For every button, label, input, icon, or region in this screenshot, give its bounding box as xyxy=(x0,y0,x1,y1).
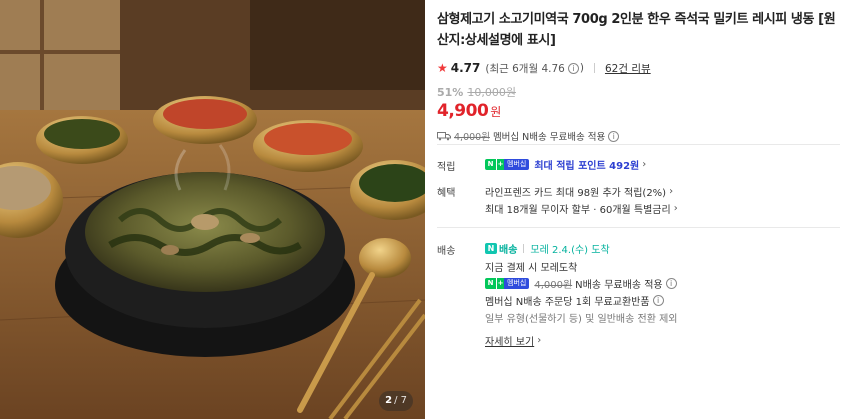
delivery-return-text: 멤버십 N배송 주문당 1회 무료교환반품 xyxy=(485,297,650,308)
info-icon[interactable]: i xyxy=(608,130,620,142)
discount-row: 51% 10,000원 xyxy=(437,84,850,100)
delivery-arrival-row: N 배송 모레 2.4.(수) 도착 xyxy=(485,241,610,256)
truck-icon xyxy=(437,132,451,141)
sale-price-row: 4,900 원 xyxy=(437,101,850,123)
delivery-free-text: N배송 무료배송 적용 xyxy=(575,280,663,291)
delivery-pay-now-text: 지금 결제 시 모레도착 xyxy=(485,263,578,274)
member-shipping-text: 멤버십 N배송 무료배송 적용 xyxy=(492,132,606,143)
info-icon[interactable]: i xyxy=(652,295,664,306)
product-title: 삼형제고기 소고기미역국 700g 2인분 한우 즉석국 밀키트 레시피 냉동 … xyxy=(437,12,836,48)
rating-score: 4.77 xyxy=(450,61,481,75)
sale-price: 4,900 xyxy=(437,101,489,121)
delivery-free-row: N + 멤버십 4,000원 N배송 무료배송 적용 i xyxy=(485,276,678,291)
section-divider xyxy=(437,144,840,145)
n-delivery-icon: N xyxy=(485,243,497,254)
benefit-installment-text: 최대 18개월 무이자 할부 · 60개월 특별금리 xyxy=(485,205,671,216)
delivery-exclude-text: 일부 유형(선물하기 등) 및 일반배송 전환 제외 xyxy=(485,314,678,325)
divider xyxy=(593,63,595,73)
arrival-date: 모레 2.4.(수) 도착 xyxy=(530,245,610,256)
rating-row: ★ 4.77 (최근 6개월 4.76 i ) 62건 리뷰 xyxy=(437,59,850,77)
points-row[interactable]: N + 멤버십 최대 적립 포인트 492원 › xyxy=(485,157,646,172)
benefit-card-points[interactable]: 라인프렌즈 카드 최대 98원 추가 적립(2%) › xyxy=(485,184,673,199)
benefits-label: 혜택 xyxy=(437,188,456,199)
naverpay-membership-badge: N + 멤버십 xyxy=(485,278,530,289)
image-page-counter: 2 / 7 xyxy=(379,391,413,411)
star-icon: ★ xyxy=(437,61,448,75)
divider xyxy=(523,244,525,253)
chevron-right-icon: › xyxy=(673,203,678,214)
delivery-return-row: 멤버십 N배송 주문당 1회 무료교환반품 i xyxy=(485,293,665,308)
info-icon[interactable]: i xyxy=(567,62,579,74)
sale-price-unit: 원 xyxy=(490,105,502,119)
reviews-link[interactable]: 62건 리뷰 xyxy=(605,61,651,76)
delivery-original-fee: 4,000원 xyxy=(534,280,573,291)
benefit-installment[interactable]: 최대 18개월 무이자 할부 · 60개월 특별금리 › xyxy=(485,201,678,216)
delivery-label: 배송 xyxy=(437,246,456,257)
delivery-exclude-row: 일부 유형(선물하기 등) 및 일반배송 전환 제외 xyxy=(485,310,677,325)
benefit-card-text: 라인프렌즈 카드 최대 98원 추가 적립(2%) xyxy=(485,188,667,199)
n-delivery-tag-text: 배송 xyxy=(499,245,518,256)
original-price: 10,000원 xyxy=(467,86,516,99)
discount-rate: 51% xyxy=(437,86,464,99)
price-block: 51% 10,000원 4,900 원 xyxy=(437,84,850,123)
delivery-detail-link[interactable]: 자세히 보기 xyxy=(485,333,534,348)
recent-rating-close: ) xyxy=(579,62,584,74)
recent-rating-text: (최근 6개월 4.76 xyxy=(485,62,565,75)
image-page-current: 2 xyxy=(385,395,393,406)
badge-membership-text: 멤버십 xyxy=(504,159,530,170)
naverpay-membership-badge: N + 멤버십 xyxy=(485,159,530,170)
member-shipping-original-fee: 4,000원 xyxy=(454,132,490,143)
n-delivery-tag: N 배송 xyxy=(485,241,517,256)
product-image[interactable]: 2 / 7 xyxy=(0,0,425,419)
delivery-detail-row[interactable]: 자세히 보기 › xyxy=(485,333,541,348)
product-photo-illustration xyxy=(0,0,425,419)
points-label: 적립 xyxy=(437,162,456,173)
chevron-right-icon: › xyxy=(537,335,542,346)
member-shipping-row: 4,000원 멤버십 N배송 무료배송 적용 i xyxy=(437,129,850,143)
delivery-pay-now: 지금 결제 시 모레도착 xyxy=(485,259,577,274)
chevron-right-icon: › xyxy=(669,186,674,197)
section-divider xyxy=(437,227,840,228)
info-icon[interactable]: i xyxy=(665,278,677,289)
max-points-text: 최대 적립 포인트 492원 xyxy=(534,161,640,172)
image-page-total: / 7 xyxy=(394,395,407,406)
chevron-right-icon: › xyxy=(642,159,647,170)
badge-membership-text: 멤버십 xyxy=(504,278,530,289)
recent-rating[interactable]: (최근 6개월 4.76 i ) xyxy=(485,61,584,76)
